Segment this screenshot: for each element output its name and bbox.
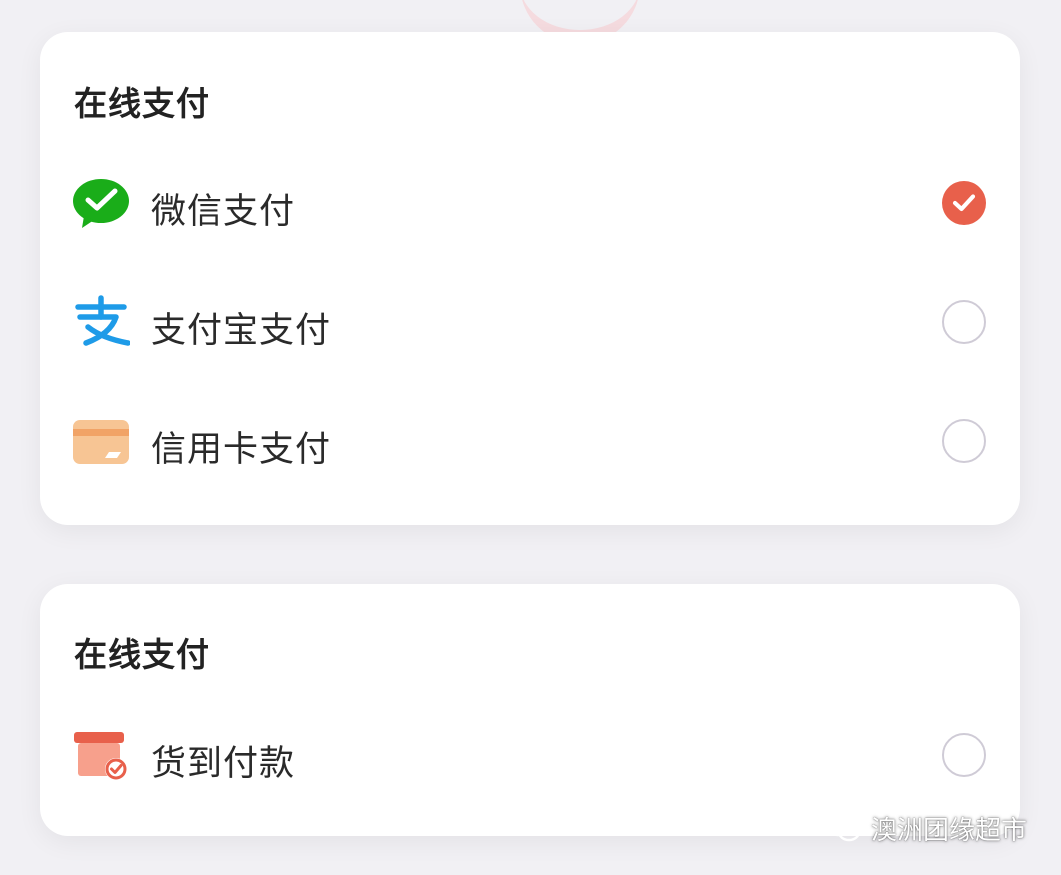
payment-option-label: 货到付款 [151, 744, 296, 784]
payment-option-wechat[interactable]: 微信支付 [40, 154, 1020, 254]
payment-option-label: 支付宝支付 [151, 311, 332, 351]
payment-method-screen: 在线支付 微信支付 支付宝支付 信用卡支付 在线支付 货到付款 澳洲团缘超市 [0, 0, 1061, 875]
watermark-text: 澳洲团缘超市 [870, 815, 1027, 846]
check-icon [952, 194, 976, 212]
wechat-pay-icon [72, 176, 130, 230]
payment-option-alipay[interactable]: 支付宝支付 [40, 273, 1020, 373]
credit-card-icon [72, 414, 130, 468]
alipay-icon [72, 295, 131, 349]
wechat-logo-icon [824, 813, 861, 842]
payment-option-cash-on-delivery[interactable]: 货到付款 [40, 706, 1020, 806]
radio-unchecked[interactable] [942, 733, 986, 777]
payment-option-label: 信用卡支付 [151, 430, 332, 470]
cash-on-delivery-card: 在线支付 货到付款 [40, 584, 1020, 836]
radio-unchecked[interactable] [942, 300, 986, 344]
cash-on-delivery-icon [72, 728, 130, 782]
payment-option-label: 微信支付 [151, 192, 296, 232]
payment-option-credit-card[interactable]: 信用卡支付 [40, 392, 1020, 492]
section-title: 在线支付 [74, 635, 210, 674]
radio-unchecked[interactable] [942, 419, 986, 463]
online-payment-card: 在线支付 微信支付 支付宝支付 信用卡支付 [40, 32, 1020, 525]
section-title: 在线支付 [74, 84, 210, 123]
radio-checked[interactable] [942, 181, 986, 225]
watermark: 澳洲团缘超市 [823, 808, 1027, 848]
